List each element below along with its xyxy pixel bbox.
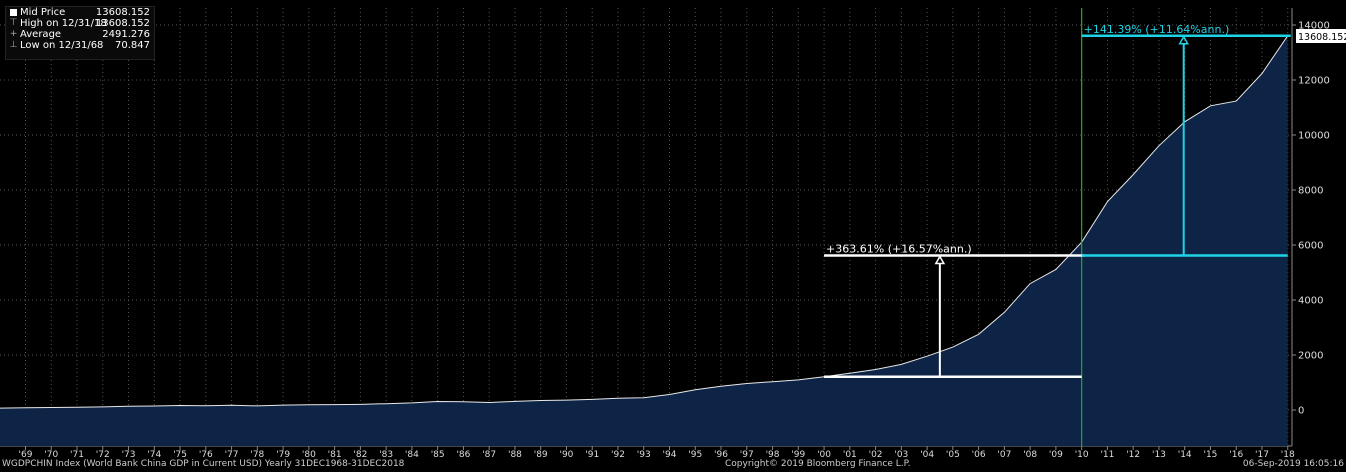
- footer-timestamp: 06-Sep-2019 16:05:16: [1242, 459, 1344, 469]
- x-tick-label: '13: [1152, 450, 1166, 460]
- y-tick-label: 6000: [1298, 241, 1323, 252]
- y-tick-label: 8000: [1298, 186, 1323, 197]
- low-marker-icon: ⊥: [9, 40, 18, 50]
- footer-copyright: Copyright© 2019 Bloomberg Finance L.P.: [725, 459, 911, 469]
- x-tick-label: '86: [456, 450, 470, 460]
- legend-low-value: 70.847: [115, 40, 150, 51]
- x-tick-label: '07: [997, 450, 1011, 460]
- square-marker-icon: [10, 9, 17, 16]
- x-tick-label: '88: [508, 450, 522, 460]
- x-tick-label: '94: [663, 450, 677, 460]
- chart-legend: Mid Price 13608.152 ⊤ High on 12/31/18 1…: [5, 6, 155, 60]
- y-tick-label: 0: [1298, 406, 1304, 417]
- x-tick-label: '09: [1049, 450, 1063, 460]
- legend-mid-price: Mid Price 13608.152: [6, 7, 154, 18]
- x-tick-label: '11: [1100, 450, 1114, 460]
- legend-low: ⊥ Low on 12/31/68 70.847: [6, 40, 154, 51]
- y-tick-label: 12000: [1298, 76, 1330, 87]
- x-tick-label: '84: [405, 450, 419, 460]
- legend-average: + Average 2491.276: [6, 29, 154, 40]
- legend-high-value: 13608.152: [95, 18, 150, 29]
- x-tick-label: '06: [972, 450, 986, 460]
- x-tick-label: '93: [637, 450, 651, 460]
- annotation-label: +363.61% (+16.57%ann.): [826, 242, 972, 255]
- x-tick-label: '90: [559, 450, 573, 460]
- y-tick-label: 2000: [1298, 351, 1323, 362]
- legend-mid-label: Mid Price: [20, 7, 66, 18]
- y-tick-label: 10000: [1298, 131, 1330, 142]
- x-axis: '69'70'71'72'73'74'75'76'77'78'79'80'81 '…: [19, 446, 1295, 460]
- high-marker-icon: ⊤: [9, 18, 18, 28]
- legend-high-label: High on 12/31/18: [20, 18, 107, 29]
- x-tick-label: '85: [431, 450, 445, 460]
- arrow-up-icon: [934, 254, 946, 265]
- x-tick-label: '92: [611, 450, 625, 460]
- x-tick-label: '87: [482, 450, 496, 460]
- svg-text:13608.152: 13608.152: [1298, 32, 1346, 43]
- x-tick-label: '12: [1126, 450, 1140, 460]
- arrow-up-icon: [1178, 35, 1189, 45]
- legend-low-label: Low on 12/31/68: [20, 40, 104, 51]
- x-tick-label: '14: [1178, 450, 1192, 460]
- x-tick-label: '10: [1075, 450, 1089, 460]
- x-tick-label: '08: [1023, 450, 1037, 460]
- x-tick-label: '95: [688, 450, 702, 460]
- legend-average-value: 2491.276: [102, 29, 150, 40]
- legend-high: ⊤ High on 12/31/18 13608.152: [6, 18, 154, 29]
- x-tick-label: '16: [1229, 450, 1243, 460]
- x-tick-label: '04: [920, 450, 934, 460]
- legend-mid-value: 13608.152: [95, 7, 150, 18]
- legend-average-label: Average: [20, 29, 62, 40]
- x-tick-label: '89: [534, 450, 548, 460]
- y-axis: 02000400060008000100001200014000: [1292, 21, 1330, 417]
- annotation-label: +141.39% (+11.64%ann.): [1084, 23, 1230, 36]
- x-tick-label: '15: [1203, 450, 1217, 460]
- y-tick-label: 4000: [1298, 296, 1323, 307]
- x-tick-label: '05: [946, 450, 960, 460]
- gdp-chart: +363.61% (+16.57%ann.) +141.39% (+11.64%a…: [0, 8, 1346, 460]
- x-tick-label: '91: [585, 450, 599, 460]
- average-marker-icon: +: [9, 29, 18, 39]
- footer-security-description: WGDPCHIN Index (World Bank China GDP in …: [2, 459, 405, 469]
- last-price-tag: 13608.152: [1296, 29, 1346, 43]
